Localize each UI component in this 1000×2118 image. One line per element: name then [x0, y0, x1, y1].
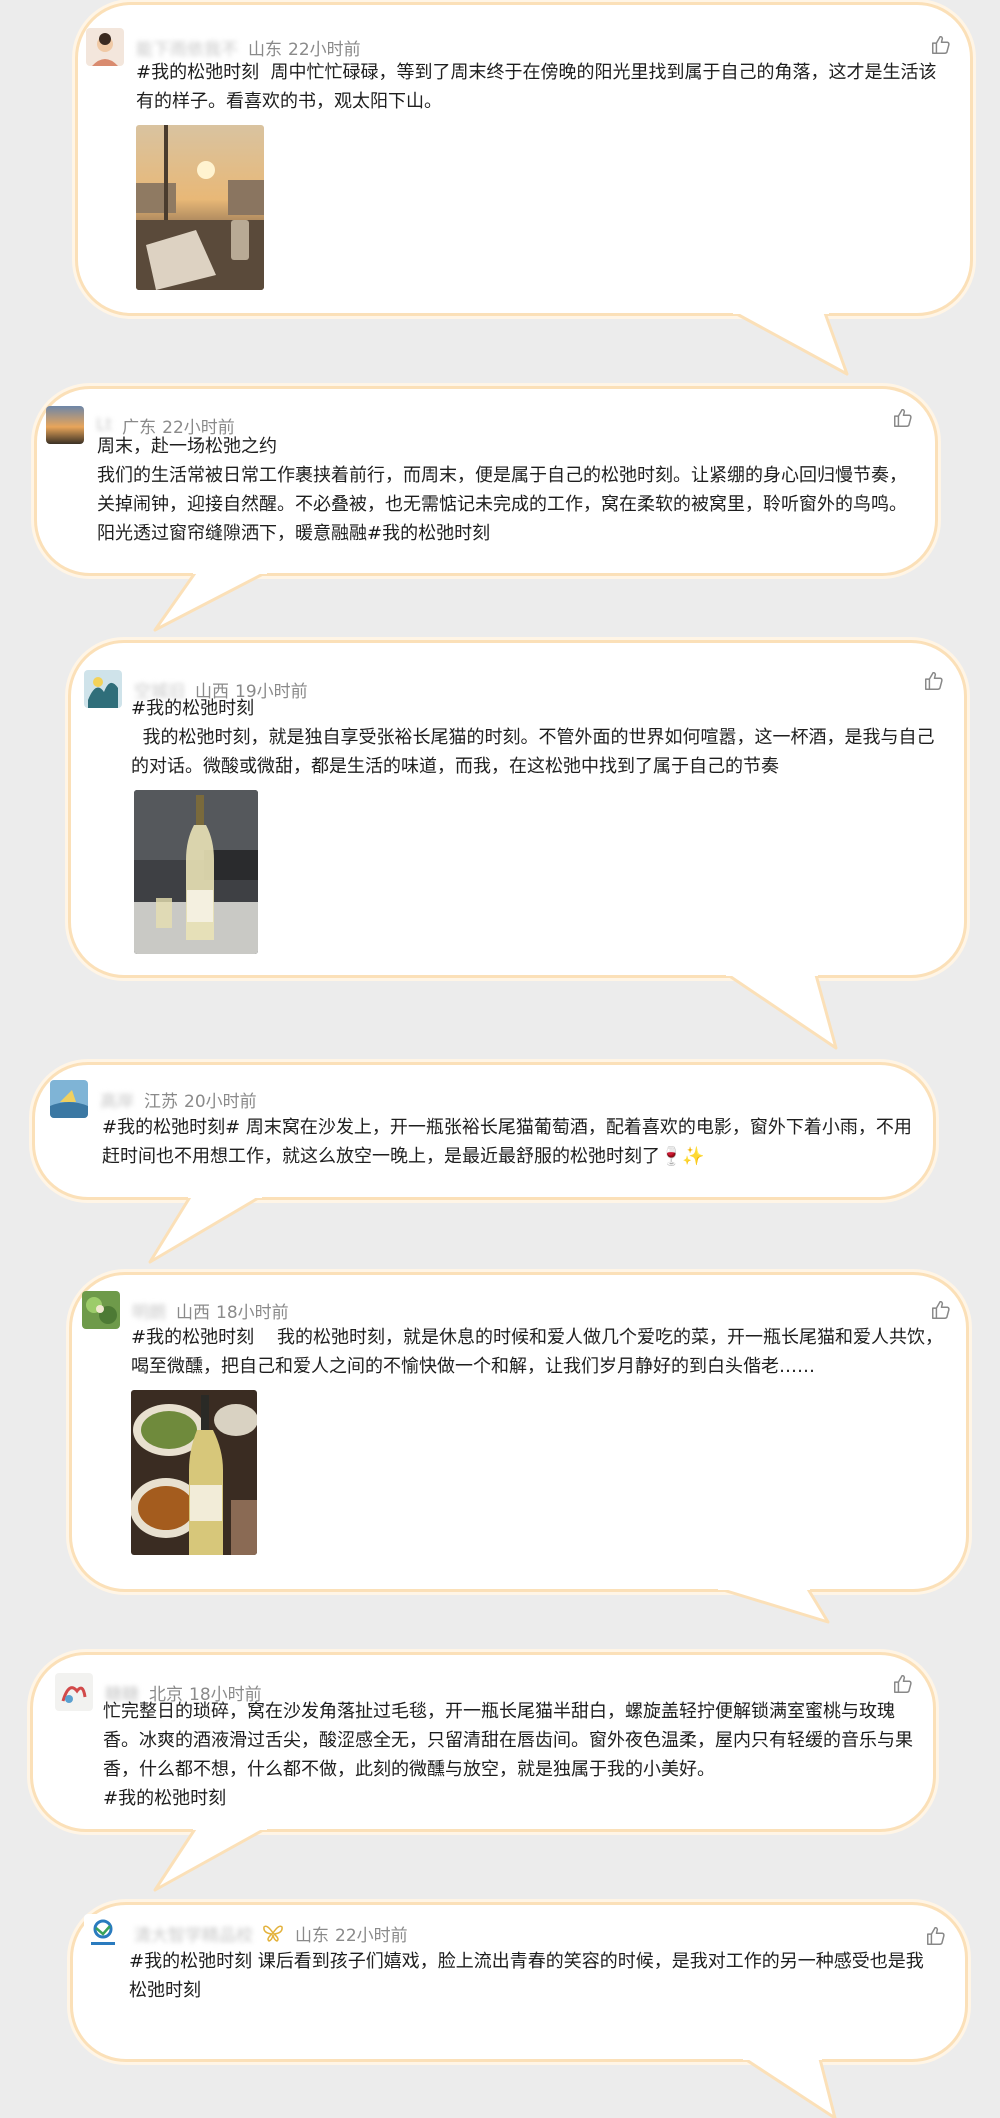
thumbs-up-icon[interactable]	[892, 1673, 914, 1695]
timestamp: 18小时前	[216, 1302, 289, 1323]
butterfly-badge-icon	[263, 1924, 283, 1942]
thumbs-up-icon[interactable]	[923, 670, 945, 692]
username[interactable]: 清大智学精品校	[134, 1921, 253, 1946]
speech-bubble-tail	[148, 1184, 262, 1264]
username[interactable]: 明朗	[132, 1298, 166, 1323]
avatar[interactable]	[84, 670, 122, 708]
speech-bubble-tail	[153, 560, 267, 632]
location: 江苏	[144, 1091, 178, 1112]
speech-bubble-tail	[743, 2046, 837, 2118]
timestamp: 20小时前	[184, 1091, 257, 1112]
username[interactable]: 能下雨依我不	[136, 35, 238, 60]
speech-bubble-tail	[733, 300, 849, 376]
thumbs-up-icon[interactable]	[925, 1925, 947, 1947]
avatar[interactable]	[50, 1080, 88, 1118]
thumbs-up-icon[interactable]	[930, 1299, 952, 1321]
timestamp: 22小时前	[288, 39, 361, 60]
thumbs-up-icon[interactable]	[930, 34, 952, 56]
comment-text: #我的松弛时刻 周中忙忙碌碌，等到了周末终于在傍晚的阳光里找到属于自己的角落，这…	[136, 62, 937, 112]
sunset-reading-photo[interactable]	[136, 125, 264, 290]
speech-bubble-tail	[726, 962, 838, 1050]
location: 山东	[248, 39, 282, 60]
comment-text: #我的松弛时刻 我的松弛时刻，就是独自享受张裕长尾猫的时刻。不管外面的世界如何喧…	[131, 698, 935, 777]
timestamp: 22小时前	[335, 1925, 408, 1946]
thumbs-up-icon[interactable]	[892, 407, 914, 429]
wine-bottle-photo[interactable]	[134, 790, 258, 954]
avatar[interactable]	[46, 406, 84, 444]
comment-text: #我的松弛时刻 我的松弛时刻，就是休息的时候和爱人做几个爱吃的菜，开一瓶长尾猫和…	[131, 1327, 943, 1377]
speech-bubble-tail	[153, 1816, 267, 1892]
avatar[interactable]	[84, 1914, 122, 1952]
comment-text: #我的松弛时刻 课后看到孩子们嬉戏，脸上流出青春的笑容的时候，是我对工作的另一种…	[129, 1951, 924, 2001]
avatar[interactable]	[82, 1291, 120, 1329]
comment-text: #我的松弛时刻# 周末窝在沙发上，开一瓶张裕长尾猫葡萄酒，配着喜欢的电影，窗外下…	[102, 1117, 912, 1167]
avatar[interactable]	[86, 28, 124, 66]
avatar[interactable]	[55, 1673, 93, 1711]
dinner-wine-photo[interactable]	[131, 1390, 257, 1555]
comment-text: 周末，赴一场松弛之约 我们的生活常被日常工作裹挟着前行，而周末，便是属于自己的松…	[97, 436, 907, 544]
speech-bubble-tail	[718, 1576, 830, 1624]
username[interactable]: 高岸	[100, 1087, 134, 1112]
location: 山西	[176, 1302, 210, 1323]
location: 山东	[295, 1925, 329, 1946]
comment-text: 忙完整日的琐碎，窝在沙发角落扯过毛毯，开一瓶长尾猫半甜白，螺旋盖轻拧便解锁满室蜜…	[103, 1701, 913, 1809]
